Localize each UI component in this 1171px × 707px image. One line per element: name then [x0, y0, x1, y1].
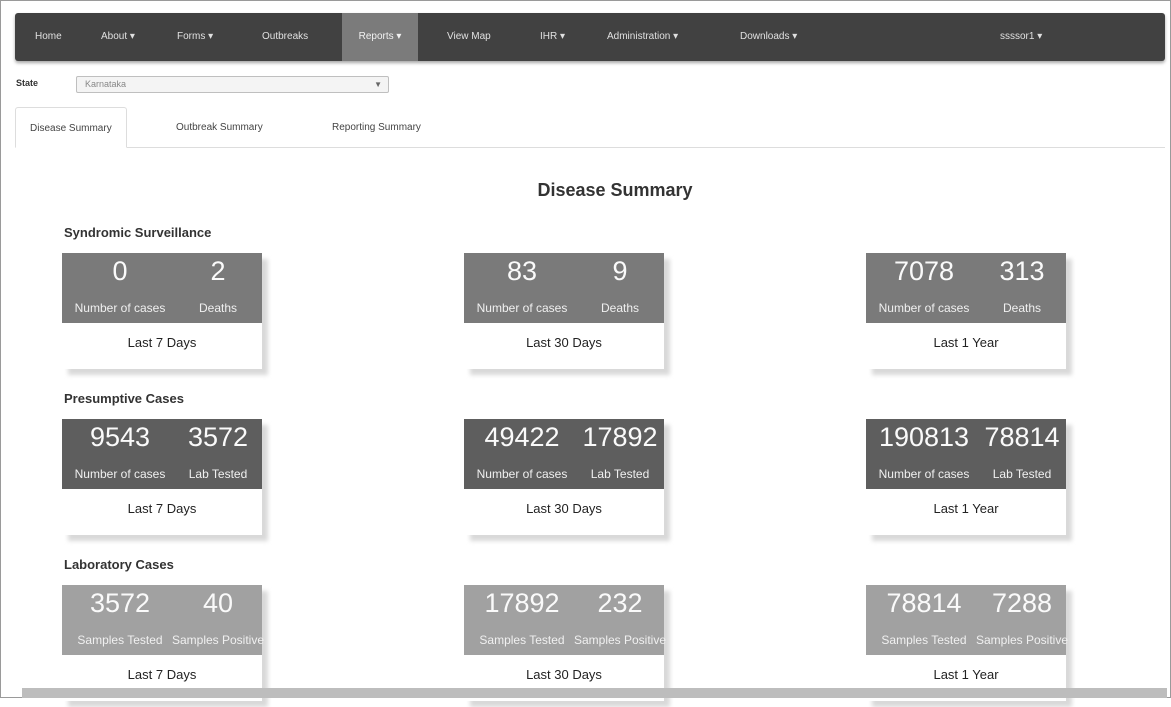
- stat-value: 17892: [582, 422, 658, 452]
- stat-card-laboratory-7d: 3572 40 Samples Tested Samples Positive …: [62, 585, 268, 707]
- nav-downloads[interactable]: Downloads ▾: [740, 13, 797, 61]
- stat-label: Lab Tested: [590, 467, 650, 481]
- stat-card-presumptive-7d: 9543 3572 Number of cases Lab Tested Las…: [62, 419, 268, 541]
- top-navbar: Home About ▾ Forms ▾ Outbreaks Reports ▾…: [15, 13, 1165, 61]
- nav-administration[interactable]: Administration ▾: [607, 13, 678, 61]
- stat-value: 40: [202, 588, 234, 618]
- horizontal-scrollbar[interactable]: [22, 688, 1167, 698]
- stat-label: Samples Positive: [975, 633, 1069, 647]
- stat-period: Last 1 Year: [866, 489, 1066, 535]
- state-select[interactable]: Karnataka ▼: [76, 76, 389, 93]
- stat-period: Last 30 Days: [464, 323, 664, 369]
- stat-label: Number of cases: [74, 301, 166, 315]
- state-select-value: Karnataka: [85, 79, 127, 89]
- nav-forms[interactable]: Forms ▾: [177, 13, 213, 61]
- stat-label: Number of cases: [74, 467, 166, 481]
- nav-outbreaks[interactable]: Outbreaks: [262, 13, 308, 61]
- stat-value: 78814: [984, 422, 1060, 452]
- stat-card-syndromic-7d: 0 2 Number of cases Deaths Last 7 Days: [62, 253, 268, 375]
- stat-label: Samples Tested: [881, 633, 967, 647]
- nav-ihr[interactable]: IHR ▾: [540, 13, 565, 61]
- stat-label: Number of cases: [476, 467, 568, 481]
- stat-label: Samples Positive: [171, 633, 265, 647]
- nav-home[interactable]: Home: [35, 13, 62, 61]
- stat-value: 313: [999, 256, 1045, 286]
- stat-period: Last 1 Year: [866, 323, 1066, 369]
- stat-card-laboratory-30d: 17892 232 Samples Tested Samples Positiv…: [464, 585, 670, 707]
- section-title-laboratory: Laboratory Cases: [64, 557, 174, 572]
- stat-label: Lab Tested: [992, 467, 1052, 481]
- tab-outbreak-summary[interactable]: Outbreak Summary: [162, 107, 277, 148]
- stat-value: 7288: [991, 588, 1053, 618]
- stat-value: 7078: [893, 256, 955, 286]
- stat-value: 190813: [878, 422, 970, 452]
- stat-label: Deaths: [198, 301, 238, 315]
- stat-value: 3572: [187, 422, 249, 452]
- stat-label: Number of cases: [476, 301, 568, 315]
- nav-view-map[interactable]: View Map: [447, 13, 491, 61]
- page-title: Disease Summary: [537, 180, 693, 200]
- stat-card-presumptive-30d: 49422 17892 Number of cases Lab Tested L…: [464, 419, 670, 541]
- stat-value: 0: [112, 256, 128, 286]
- stat-label: Deaths: [1002, 301, 1042, 315]
- nav-reports[interactable]: Reports ▾: [342, 13, 418, 61]
- section-title-syndromic: Syndromic Surveillance: [64, 225, 212, 240]
- stat-card-syndromic-30d: 83 9 Number of cases Deaths Last 30 Days: [464, 253, 670, 375]
- stat-label: Samples Tested: [479, 633, 565, 647]
- tab-disease-summary[interactable]: Disease Summary: [15, 107, 127, 148]
- stat-value: 49422: [484, 422, 560, 452]
- stat-value: 9: [612, 256, 628, 286]
- stat-value: 17892: [484, 588, 560, 618]
- section-title-presumptive: Presumptive Cases: [64, 391, 184, 406]
- stat-label: Samples Tested: [77, 633, 163, 647]
- state-label: State: [16, 78, 39, 88]
- stat-value: 78814: [886, 588, 962, 618]
- stat-label: Number of cases: [878, 467, 970, 481]
- stat-period: Last 7 Days: [62, 489, 262, 535]
- user-menu[interactable]: ssssor1 ▾: [1000, 13, 1042, 61]
- stat-label: Lab Tested: [188, 467, 248, 481]
- stat-label: Number of cases: [878, 301, 970, 315]
- nav-about[interactable]: About ▾: [101, 13, 135, 61]
- chevron-down-icon: ▼: [374, 80, 382, 89]
- stat-period: Last 30 Days: [464, 489, 664, 535]
- stat-value: 3572: [89, 588, 151, 618]
- stat-card-syndromic-1y: 7078 313 Number of cases Deaths Last 1 Y…: [866, 253, 1072, 375]
- stat-value: 9543: [89, 422, 151, 452]
- tab-reporting-summary[interactable]: Reporting Summary: [318, 107, 435, 148]
- stat-label: Samples Positive: [573, 633, 667, 647]
- stat-card-laboratory-1y: 78814 7288 Samples Tested Samples Positi…: [866, 585, 1072, 707]
- stat-value: 232: [597, 588, 643, 618]
- stat-period: Last 7 Days: [62, 323, 262, 369]
- stat-value: 83: [506, 256, 538, 286]
- stat-value: 2: [210, 256, 226, 286]
- stat-card-presumptive-1y: 190813 78814 Number of cases Lab Tested …: [866, 419, 1072, 541]
- stat-label: Deaths: [600, 301, 640, 315]
